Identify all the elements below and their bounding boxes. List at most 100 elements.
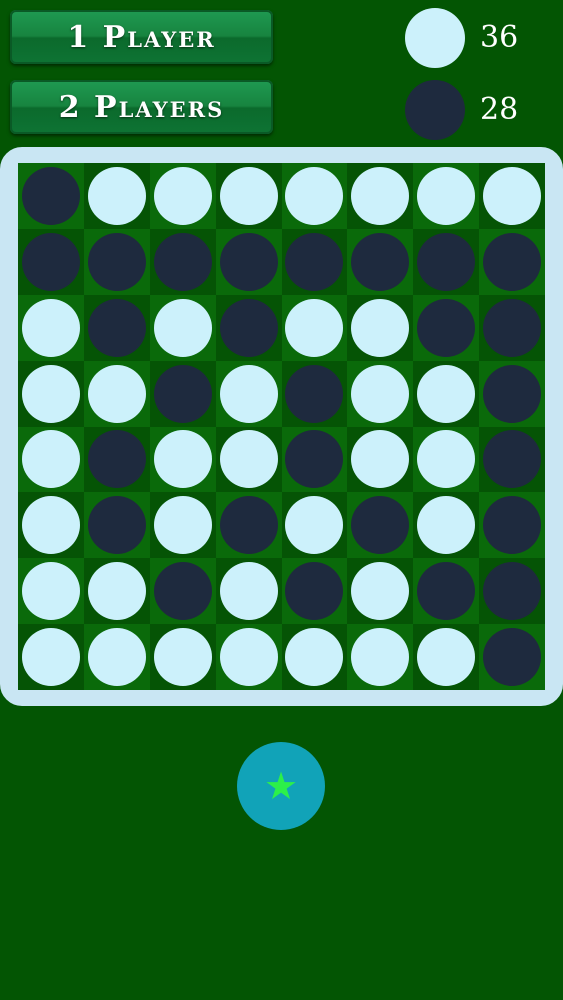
board-cell[interactable]	[83, 294, 150, 361]
board-cell[interactable]	[18, 163, 84, 229]
board-cell[interactable]	[479, 228, 545, 295]
board-cell[interactable]	[215, 228, 282, 295]
board-cell[interactable]	[413, 426, 480, 493]
board-cell[interactable]	[479, 492, 545, 559]
black-disc	[483, 298, 542, 357]
white-disc	[153, 430, 212, 489]
board-cell[interactable]	[281, 558, 348, 625]
board-cell[interactable]	[413, 360, 480, 427]
black-disc	[87, 430, 146, 489]
board-cell[interactable]	[215, 360, 282, 427]
board-cell[interactable]	[215, 426, 282, 493]
board-cell[interactable]	[83, 624, 150, 690]
white-disc	[153, 628, 212, 687]
white-disc	[483, 166, 542, 225]
black-disc	[285, 364, 344, 423]
board-cell[interactable]	[83, 558, 150, 625]
board-cell[interactable]	[413, 492, 480, 559]
board-cell[interactable]	[347, 360, 414, 427]
board-cell[interactable]	[413, 163, 480, 229]
board-cell[interactable]	[18, 624, 84, 690]
one-player-button[interactable]: 1 Player	[10, 10, 273, 64]
white-disc	[219, 364, 278, 423]
white-score-disc-icon	[405, 8, 465, 68]
board-cell[interactable]	[479, 426, 545, 493]
board-cell[interactable]	[479, 624, 545, 690]
white-disc	[219, 562, 278, 621]
black-disc	[483, 364, 542, 423]
board-cell[interactable]	[347, 294, 414, 361]
board-cell[interactable]	[347, 492, 414, 559]
board-cell[interactable]	[149, 360, 216, 427]
board-cell[interactable]	[281, 163, 348, 229]
board-cell[interactable]	[281, 492, 348, 559]
board-cell[interactable]	[347, 228, 414, 295]
black-disc	[219, 232, 278, 291]
black-disc	[285, 232, 344, 291]
black-disc	[21, 232, 80, 291]
board-cell[interactable]	[18, 360, 84, 427]
black-disc	[351, 232, 410, 291]
two-players-button[interactable]: 2 Players	[10, 80, 273, 134]
board-cell[interactable]	[347, 624, 414, 690]
board-cell[interactable]	[18, 492, 84, 559]
board-cell[interactable]	[479, 294, 545, 361]
board-cell[interactable]	[18, 228, 84, 295]
board-cell[interactable]	[413, 228, 480, 295]
black-disc	[153, 232, 212, 291]
white-disc	[351, 298, 410, 357]
black-disc	[87, 496, 146, 555]
board-cell[interactable]	[413, 294, 480, 361]
board-cell[interactable]	[215, 558, 282, 625]
board-cell[interactable]	[215, 492, 282, 559]
board-cell[interactable]	[413, 624, 480, 690]
board-cell[interactable]	[215, 163, 282, 229]
board-cell[interactable]	[347, 558, 414, 625]
board-cell[interactable]	[18, 426, 84, 493]
white-disc	[285, 496, 344, 555]
board-cell[interactable]	[479, 360, 545, 427]
board-cell[interactable]	[83, 360, 150, 427]
board-cell[interactable]	[83, 228, 150, 295]
white-disc	[21, 364, 80, 423]
board-cell[interactable]	[149, 624, 216, 690]
board-cell[interactable]	[479, 163, 545, 229]
black-disc	[21, 166, 80, 225]
board-cell[interactable]	[281, 228, 348, 295]
board-cell[interactable]	[83, 426, 150, 493]
white-disc	[351, 364, 410, 423]
black-disc	[417, 562, 476, 621]
board-cell[interactable]	[347, 163, 414, 229]
board-cell[interactable]	[149, 558, 216, 625]
board-cell[interactable]	[281, 360, 348, 427]
white-disc	[21, 298, 80, 357]
board-cell[interactable]	[215, 624, 282, 690]
board-cell[interactable]	[281, 294, 348, 361]
board-cell[interactable]	[149, 492, 216, 559]
board-cell[interactable]	[479, 558, 545, 625]
black-disc	[351, 496, 410, 555]
board-cell[interactable]	[347, 426, 414, 493]
white-disc	[87, 628, 146, 687]
white-disc	[417, 430, 476, 489]
board-cell[interactable]	[149, 163, 216, 229]
board-cell[interactable]	[83, 492, 150, 559]
white-disc	[417, 364, 476, 423]
board-cell[interactable]	[149, 228, 216, 295]
board-cell[interactable]	[18, 558, 84, 625]
board-cell[interactable]	[83, 163, 150, 229]
star-button[interactable]: ★	[237, 742, 325, 830]
board-cell[interactable]	[149, 426, 216, 493]
black-disc	[285, 430, 344, 489]
black-score-disc-icon	[405, 80, 465, 140]
board-cell[interactable]	[18, 294, 84, 361]
board-cell[interactable]	[413, 558, 480, 625]
white-disc	[351, 562, 410, 621]
board-cell[interactable]	[149, 294, 216, 361]
white-score: 36	[480, 20, 519, 55]
board-cell[interactable]	[281, 426, 348, 493]
board-cell[interactable]	[281, 624, 348, 690]
board-cell[interactable]	[215, 294, 282, 361]
black-score: 28	[480, 92, 519, 127]
white-disc	[87, 364, 146, 423]
